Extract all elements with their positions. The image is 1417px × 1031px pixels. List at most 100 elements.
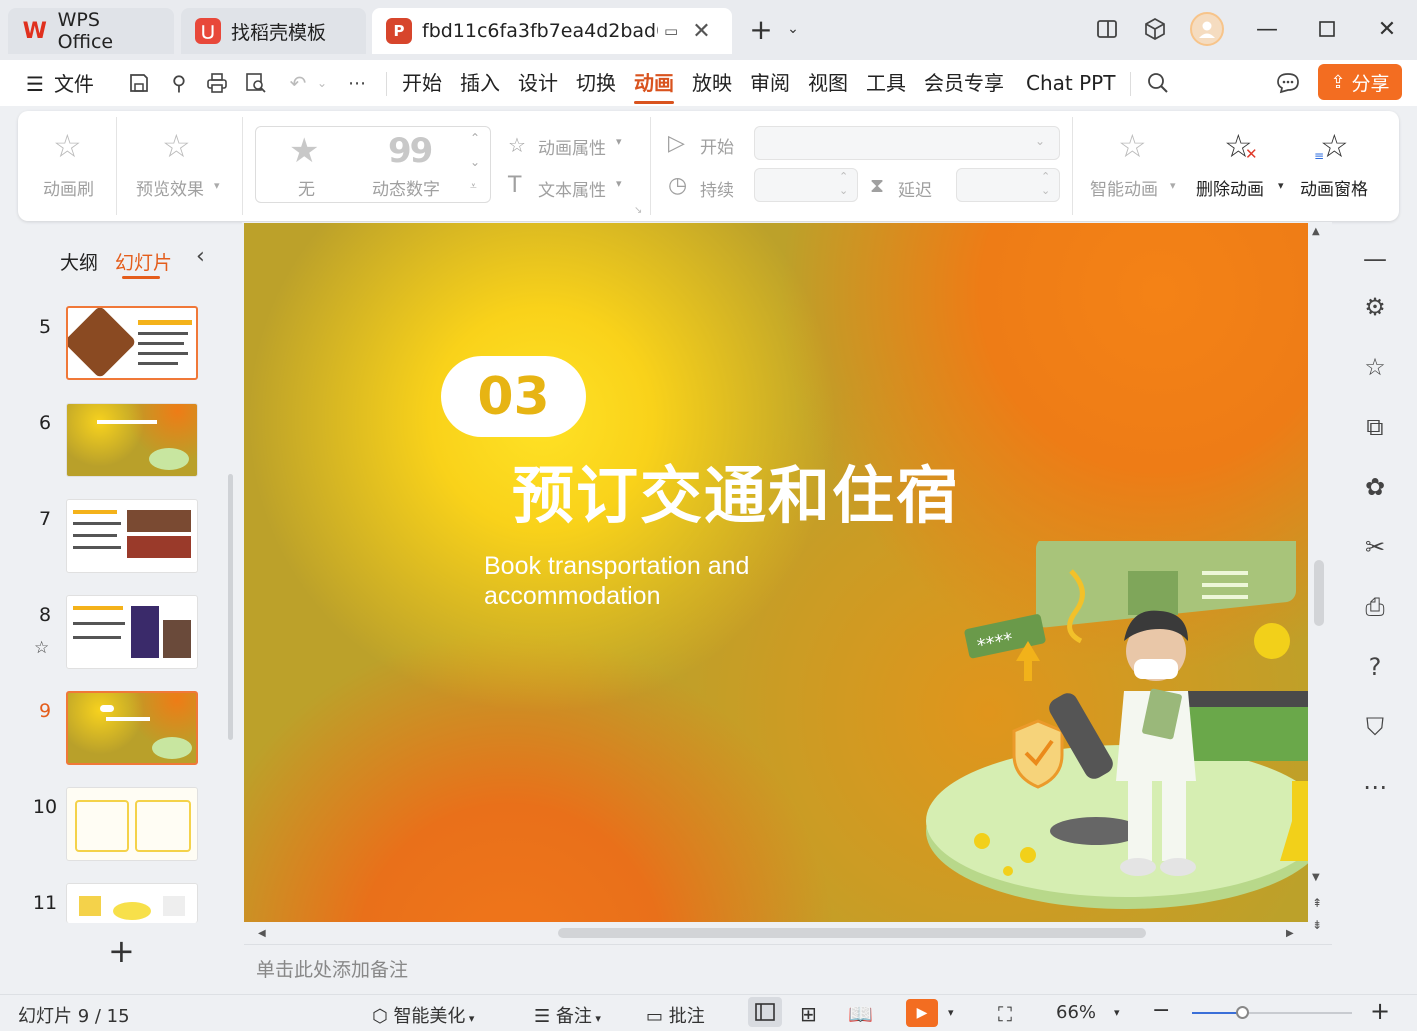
anim-brush-button[interactable]: ☆ 动画刷 [36, 123, 106, 213]
read-icon[interactable]: ⎙ [1360, 592, 1390, 622]
file-menu[interactable]: ☰ 文件 [26, 69, 94, 99]
slide-thumb-6[interactable] [66, 403, 198, 477]
menu-design[interactable]: 设计 [518, 69, 558, 99]
tab-outline[interactable]: 大纲 [60, 248, 98, 275]
collapse-panel-icon[interactable]: ‹ [196, 244, 205, 269]
avatar[interactable] [1190, 12, 1224, 46]
delete-anim-button[interactable]: ☆ ✕ 删除动画 ▾ [1190, 123, 1290, 213]
tab-wps-office[interactable]: W WPS Office [8, 8, 174, 54]
slide-thumb-9[interactable] [66, 691, 198, 765]
preview-effect-button[interactable]: ☆ 预览效果 ▾ [128, 123, 228, 213]
menu-animation[interactable]: 动画 [634, 69, 674, 104]
undo-icon[interactable]: ↶ [285, 70, 311, 96]
transform-icon[interactable]: ⧉ [1360, 412, 1390, 442]
start-select[interactable]: ⌄ [754, 126, 1060, 160]
menu-home[interactable]: 开始 [402, 69, 442, 99]
print-icon[interactable] [204, 70, 230, 96]
print-preview-icon[interactable] [243, 70, 269, 96]
menu-member[interactable]: 会员专享 [924, 69, 1004, 99]
menu-slideshow[interactable]: 放映 [692, 69, 732, 99]
chat-icon[interactable] [1275, 70, 1301, 96]
slide-sorter-icon[interactable]: ⊞ [800, 1002, 817, 1026]
zoom-in-icon[interactable]: + [1370, 997, 1390, 1025]
tools-icon[interactable]: ✂ [1360, 532, 1390, 562]
scroll-left-icon[interactable]: ◀ [258, 928, 266, 939]
panel-scrollbar[interactable] [228, 474, 233, 740]
menu-view[interactable]: 视图 [808, 69, 848, 99]
new-tab-icon[interactable]: + [746, 13, 776, 46]
undo-dropdown-icon[interactable]: ⌄ [309, 70, 335, 96]
search-icon[interactable] [1145, 70, 1171, 96]
chevron-down-icon[interactable]: ▾ [1114, 1006, 1120, 1019]
spinner-down-icon[interactable]: ⌄ [1041, 184, 1050, 197]
gallery-up-icon[interactable]: ⌃ [470, 131, 480, 145]
ai-design-icon[interactable]: ✿ [1360, 472, 1390, 502]
slide-thumb-10[interactable] [66, 787, 198, 861]
slide-canvas[interactable]: 03 预订交通和住宿 Book transportation and accom… [244, 223, 1308, 922]
menu-insert[interactable]: 插入 [460, 69, 500, 99]
scroll-down-icon[interactable]: ▼ [1312, 872, 1320, 883]
minimize-icon[interactable]: — [1252, 14, 1282, 44]
share-button[interactable]: ⇪ 分享 [1318, 64, 1402, 100]
slide-thumb-8[interactable] [66, 595, 198, 669]
prev-slide-icon[interactable]: ⇞ [1312, 896, 1322, 910]
reading-view-icon[interactable]: 📖 [848, 1002, 873, 1026]
save-icon[interactable] [126, 70, 152, 96]
chevron-down-icon[interactable]: ⌄ [778, 14, 808, 44]
maximize-icon[interactable] [1312, 14, 1342, 44]
spinner-up-icon[interactable]: ⌃ [1041, 170, 1050, 183]
notes-area[interactable]: 单击此处添加备注 [244, 944, 1332, 992]
smart-anim-button[interactable]: ☆ 智能动画 ▾ [1086, 123, 1182, 213]
slide-thumb-11[interactable] [66, 883, 198, 923]
menu-review[interactable]: 审阅 [750, 69, 790, 99]
effect-dynamic-number[interactable]: 99 动态数字 [356, 127, 464, 202]
anim-props-dropdown[interactable]: ☆ 动画属性 ▾ [508, 131, 638, 159]
horizontal-scrollbar[interactable] [558, 928, 1146, 938]
screen-icon[interactable]: ▭ [664, 22, 678, 40]
gallery-down-icon[interactable]: ⌄ [470, 155, 480, 169]
help-icon[interactable]: ? [1360, 652, 1390, 682]
zoom-level[interactable]: 66% [1056, 1002, 1096, 1023]
spinner-up-icon[interactable]: ⌃ [839, 170, 848, 183]
duration-spinner[interactable]: ⌃ ⌄ [754, 168, 858, 202]
menu-tools[interactable]: 工具 [866, 69, 906, 99]
zoom-out-icon[interactable]: − [1152, 998, 1170, 1023]
menu-transition[interactable]: 切换 [576, 69, 616, 99]
scroll-right-icon[interactable]: ▶ [1286, 928, 1294, 939]
more-icon[interactable]: ⋯ [1360, 772, 1390, 802]
close-window-icon[interactable]: ✕ [1372, 14, 1402, 44]
sidebar-toggle-icon[interactable] [1092, 14, 1122, 44]
gallery-expand-icon[interactable]: ⩡ [470, 179, 477, 194]
menu-chat-ppt[interactable]: Chat PPT [1026, 69, 1115, 99]
settings-sliders-icon[interactable]: ⚙ [1360, 292, 1390, 322]
zoom-slider-handle[interactable] [1236, 1006, 1249, 1019]
more-icon[interactable]: ⋯ [344, 70, 370, 96]
scroll-up-icon[interactable]: ▲ [1312, 226, 1320, 237]
comment-button[interactable]: ▭ 批注 [646, 1002, 705, 1028]
anim-pane-button[interactable]: ☆ ≡ 动画窗格 [1296, 123, 1386, 213]
dialog-launcher-icon[interactable]: ↘ [634, 205, 642, 216]
tab-docer-templates[interactable]: ⋃ 找稻壳模板 [181, 8, 366, 54]
slide-thumb-7[interactable] [66, 499, 198, 573]
beautify-button[interactable]: ⬡ 智能美化 ▾ [372, 1002, 474, 1028]
notes-button[interactable]: ☰ 备注 ▾ [534, 1002, 601, 1028]
tab-slides[interactable]: 幻灯片 [115, 248, 172, 275]
text-props-dropdown[interactable]: T 文本属性 ▾ [508, 173, 638, 201]
tab-presentation-file[interactable]: P fbd11c6fa3fb7ea4d2bad0c( ▭ ✕ [372, 8, 732, 54]
vertical-scrollbar[interactable] [1314, 560, 1324, 626]
spinner-down-icon[interactable]: ⌄ [839, 184, 848, 197]
cube-icon[interactable] [1140, 14, 1170, 44]
normal-view-button[interactable] [748, 997, 782, 1027]
add-slide-icon[interactable]: + [108, 932, 135, 970]
chevron-down-icon[interactable]: ▾ [948, 1006, 954, 1019]
animation-star-icon[interactable]: ☆ [1360, 352, 1390, 382]
skin-icon[interactable]: ⛉ [1360, 712, 1390, 742]
collapse-rail-icon[interactable]: — [1360, 244, 1390, 274]
next-slide-icon[interactable]: ⇟ [1312, 918, 1322, 932]
play-slideshow-button[interactable]: ▶ [906, 999, 938, 1027]
slide-thumb-5[interactable] [66, 306, 198, 380]
link-icon[interactable]: ⚲ [166, 70, 192, 96]
close-tab-icon[interactable]: ✕ [692, 19, 710, 44]
fit-window-icon[interactable]: ⛶ [998, 1002, 1012, 1026]
effect-none[interactable]: ★ 无 [256, 127, 356, 202]
